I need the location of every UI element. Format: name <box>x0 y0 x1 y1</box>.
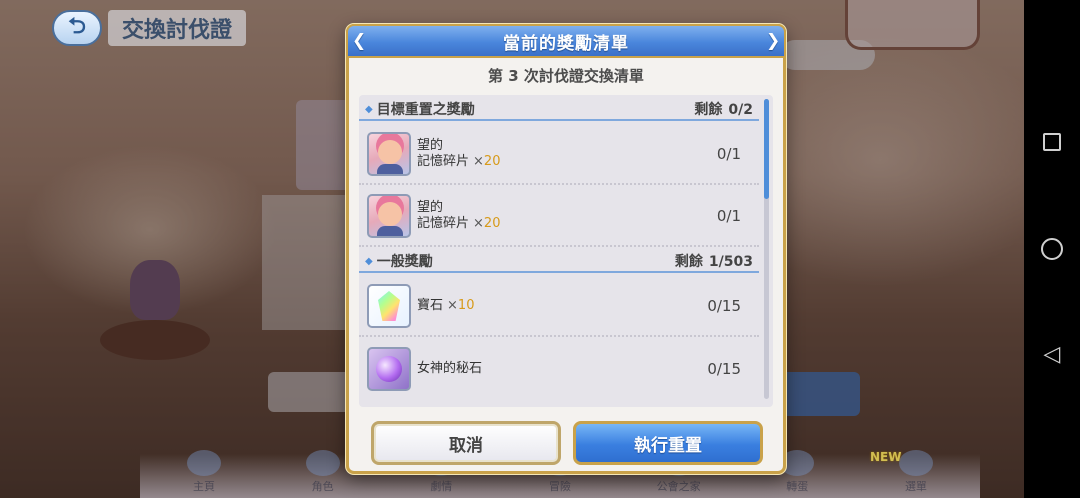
page-title: 交換討伐證 <box>108 10 247 46</box>
execute-reset-button[interactable]: 執行重置 <box>573 421 763 465</box>
back-icon: ◁ <box>1043 341 1061 367</box>
home-icon <box>1041 238 1063 260</box>
diamond-icon: ◆ <box>365 255 373 267</box>
system-nav-bar: ◁ <box>1024 0 1080 498</box>
ornament-icon: ❮ <box>352 31 368 51</box>
item-count: 0/1 <box>716 145 741 163</box>
list-item: 望的 記憶碎片 ×20 0/1 <box>359 187 759 247</box>
cancel-button[interactable]: 取消 <box>371 421 561 465</box>
new-badge: NEW <box>870 450 902 464</box>
item-name: 望的 記憶碎片 ×20 <box>417 200 501 231</box>
home-button[interactable] <box>1024 237 1080 261</box>
dialog-title: 當前的獎勵清單 <box>503 33 629 54</box>
recent-apps-button[interactable] <box>1024 130 1080 154</box>
reward-list[interactable]: ◆ 目標重置之獎勵 剩餘 0/2 望的 記憶碎片 ×20 0/1 望的 記憶碎片… <box>359 95 773 407</box>
ornament-icon: ❯ <box>766 31 782 51</box>
item-name: 女神的秘石 <box>417 361 483 376</box>
section-title: 目標重置之獎勵 <box>376 102 475 118</box>
back-arrow-icon: ⮌ <box>68 14 86 39</box>
section-title: 一般獎勵 <box>376 254 433 270</box>
dialog-subtitle: 第 3 次討伐證交換清單 <box>488 67 644 85</box>
item-name: 望的 記憶碎片 ×20 <box>417 138 501 169</box>
section-header-general: ◆ 一般獎勵 剩餘 1/503 <box>359 251 759 273</box>
character-portrait-icon[interactable] <box>367 194 411 238</box>
reward-list-dialog: ❮ 當前的獎勵清單 ❯ 第 3 次討伐證交換清單 ◆ 目標重置之獎勵 剩餘 0/2… <box>346 24 786 474</box>
item-count: 0/15 <box>707 360 741 378</box>
list-item: 女神的秘石 0/15 <box>359 339 759 399</box>
character-portrait-icon[interactable] <box>367 132 411 176</box>
back-button: ⮌ <box>52 10 102 46</box>
section-remaining: 剩餘 1/503 <box>674 254 753 270</box>
gem-icon[interactable] <box>367 284 411 328</box>
character-nav-icon <box>305 450 340 476</box>
home-nav-icon <box>187 450 221 476</box>
list-item: 望的 記憶碎片 ×20 0/1 <box>359 125 759 185</box>
item-count: 0/1 <box>716 207 741 225</box>
scrollbar[interactable] <box>764 99 769 399</box>
list-item: 寶石 ×10 0/15 <box>359 277 759 337</box>
section-remaining: 剩餘 0/2 <box>694 102 753 118</box>
goddess-stone-icon[interactable] <box>367 347 411 391</box>
item-count: 0/15 <box>707 297 741 315</box>
item-name: 寶石 ×10 <box>417 298 475 313</box>
scrollbar-thumb[interactable] <box>764 99 769 199</box>
diamond-icon: ◆ <box>365 103 373 115</box>
dialog-header: ❮ 當前的獎勵清單 ❯ <box>346 24 786 58</box>
section-header-reset: ◆ 目標重置之獎勵 剩餘 0/2 <box>359 99 759 121</box>
nav-item-home: 主頁 <box>162 450 246 494</box>
recent-apps-icon <box>1043 133 1061 151</box>
menu-nav-icon <box>898 450 933 476</box>
system-back-button[interactable]: ◁ <box>1024 341 1080 367</box>
